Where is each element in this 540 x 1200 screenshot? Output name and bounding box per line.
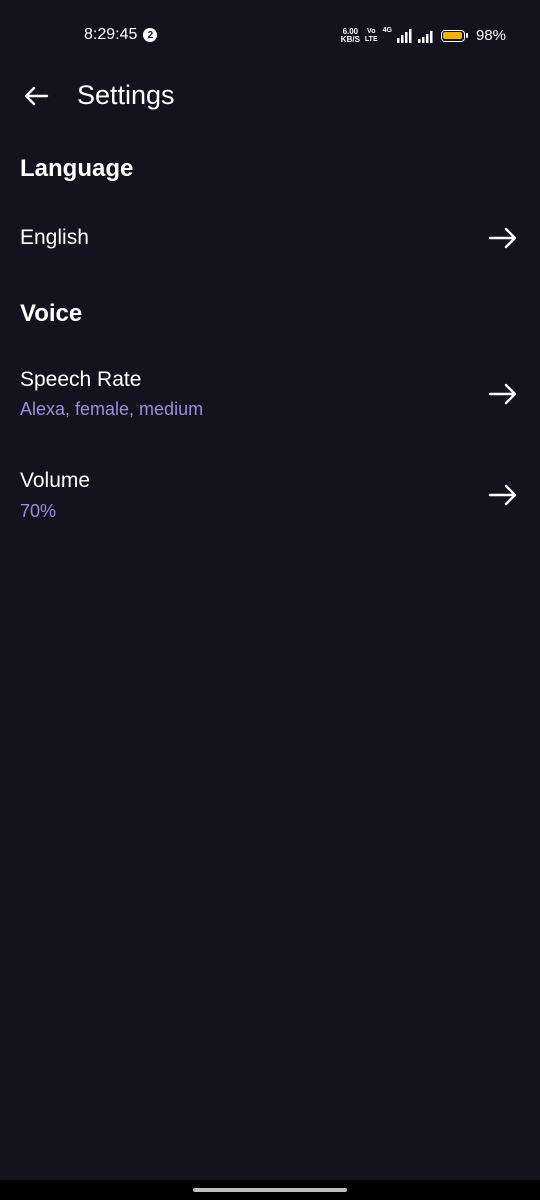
battery-body [440,29,465,42]
status-bar: 8:29:45 2 6.00 KB/S Vo LTE 4G 98% [0,0,540,70]
speech-rate-row[interactable]: Speech Rate Alexa, female, medium [0,356,540,432]
battery-fill [443,32,463,39]
arrow-right-icon [488,227,517,249]
volte-top-label: Vo [367,27,376,35]
status-indicators: 6.00 KB/S Vo LTE 4G 98% [341,27,506,44]
speech-rate-label: Speech Rate [20,368,142,391]
network-type-label: 4G [382,27,392,34]
navigation-bar [0,1180,540,1200]
language-row[interactable]: English [0,212,540,268]
app-header: Settings [0,72,540,122]
battery-percentage: 98% [475,27,506,44]
back-button[interactable] [20,82,52,110]
section-title-voice: Voice [20,300,83,327]
arrow-right-icon [488,484,517,506]
home-gesture-bar[interactable] [193,1188,347,1192]
signal-strength-secondary-icon [417,30,433,43]
network-speed-unit: KB/S [340,34,360,44]
status-time: 8:29:45 [84,26,138,43]
arrow-left-icon [24,86,49,106]
battery-icon [440,29,468,42]
volume-value: 70% [20,501,57,521]
volume-row[interactable]: Volume 70% [0,457,540,533]
volte-bottom-label: LTE [364,35,378,43]
arrow-right-icon [488,383,517,405]
volume-label: Volume [20,469,91,492]
volte-icon: Vo LTE [365,28,378,44]
signal-strength-icon [396,28,412,43]
section-title-language: Language [20,155,134,182]
network-speed: 6.00 KB/S [340,27,360,44]
battery-tip [465,33,468,38]
language-value: English [20,226,89,249]
notification-count-badge: 2 [143,28,158,42]
speech-rate-value: Alexa, female, medium [20,399,204,419]
page-title: Settings [77,80,175,110]
status-time-group: 8:29:45 2 [84,26,158,44]
